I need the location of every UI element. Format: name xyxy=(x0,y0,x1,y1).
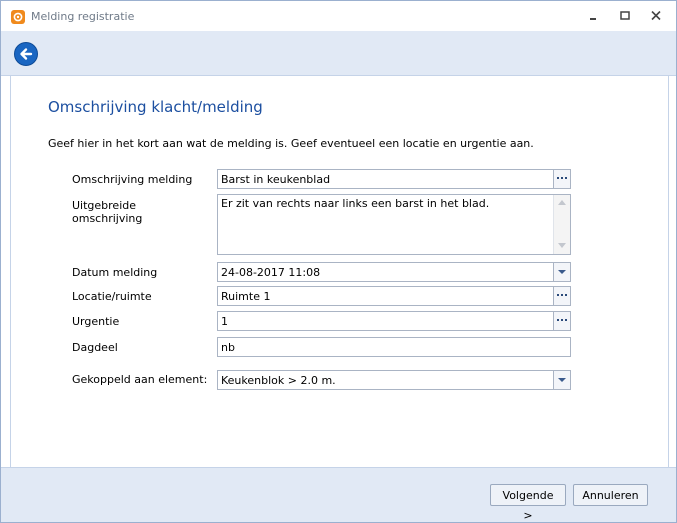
locatie-value: Ruimte 1 xyxy=(221,290,271,303)
urgentie-value: 1 xyxy=(221,315,228,328)
urgentie-field[interactable]: 1 xyxy=(217,311,571,331)
uitgebreide-label-line1: Uitgebreide xyxy=(72,199,137,212)
locatie-field[interactable]: Ruimte 1 xyxy=(217,286,571,306)
wizard-content: Omschrijving klacht/melding Geef hier in… xyxy=(10,76,669,467)
page-title: Omschrijving klacht/melding xyxy=(48,98,263,116)
element-dropdown-button[interactable] xyxy=(553,371,570,389)
close-button[interactable] xyxy=(644,7,668,25)
omschrijving-value: Barst in keukenblad xyxy=(221,173,331,186)
omschrijving-lookup-button[interactable] xyxy=(553,170,570,188)
omschrijving-field[interactable]: Barst in keukenblad xyxy=(217,169,571,189)
minimize-button[interactable] xyxy=(581,7,605,25)
urgentie-lookup-button[interactable] xyxy=(553,312,570,330)
close-icon xyxy=(651,11,661,21)
uitgebreide-value: Er zit van rechts naar links een barst i… xyxy=(221,197,490,210)
intro-text: Geef hier in het kort aan wat de melding… xyxy=(48,137,534,150)
datum-field[interactable]: 24-08-2017 11:08 xyxy=(217,262,571,282)
app-logo-icon xyxy=(11,10,25,24)
uitgebreide-textarea[interactable]: Er zit van rechts naar links een barst i… xyxy=(217,194,571,255)
datum-value: 24-08-2017 11:08 xyxy=(221,266,321,279)
scroll-down-icon[interactable] xyxy=(558,243,566,248)
navigation-band xyxy=(1,31,676,76)
next-button[interactable]: Volgende > xyxy=(490,484,566,522)
cancel-button[interactable]: Annuleren xyxy=(573,484,648,506)
arrow-left-icon xyxy=(20,48,33,60)
footer-bar: Volgende > Annuleren xyxy=(1,467,676,522)
omschrijving-label: Omschrijving melding xyxy=(72,173,193,186)
minimize-icon xyxy=(590,18,596,20)
dagdeel-value: nb xyxy=(221,341,235,354)
uitgebreide-label: Uitgebreide omschrijving xyxy=(72,199,142,225)
element-field[interactable]: Keukenblok > 2.0 m. xyxy=(217,370,571,390)
uitgebreide-label-line2: omschrijving xyxy=(72,212,143,225)
maximize-icon xyxy=(620,11,630,20)
back-button[interactable] xyxy=(14,42,38,66)
chevron-down-icon xyxy=(558,270,566,274)
datum-label: Datum melding xyxy=(72,266,158,279)
dialog-window: Melding registratie Omschrijving klacht/… xyxy=(0,0,677,523)
dagdeel-field[interactable]: nb xyxy=(217,337,571,357)
datum-dropdown-button[interactable] xyxy=(553,263,570,281)
dagdeel-label: Dagdeel xyxy=(72,341,118,354)
element-label: Gekoppeld aan element: xyxy=(72,373,208,386)
locatie-lookup-button[interactable] xyxy=(553,287,570,305)
ellipsis-icon xyxy=(557,319,567,321)
chevron-down-icon xyxy=(558,378,566,382)
ellipsis-icon xyxy=(557,294,567,296)
ellipsis-icon xyxy=(557,177,567,179)
textarea-scrollbar[interactable] xyxy=(553,195,570,254)
urgentie-label: Urgentie xyxy=(72,315,120,328)
element-value: Keukenblok > 2.0 m. xyxy=(221,374,336,387)
window-title: Melding registratie xyxy=(31,10,135,23)
title-bar: Melding registratie xyxy=(1,1,676,31)
scroll-up-icon[interactable] xyxy=(558,200,566,205)
locatie-label: Locatie/ruimte xyxy=(72,290,152,303)
maximize-button[interactable] xyxy=(613,7,637,25)
